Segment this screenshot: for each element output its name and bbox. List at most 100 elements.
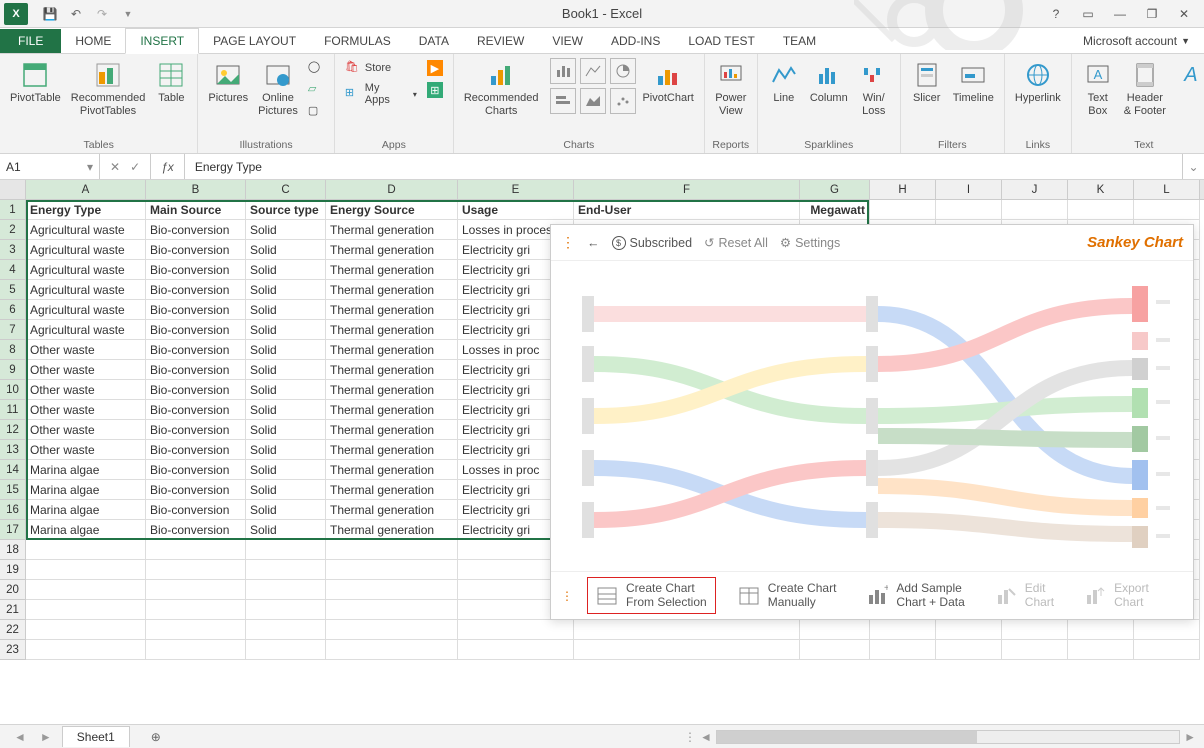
cell[interactable] (246, 540, 326, 560)
cell[interactable] (246, 640, 326, 660)
symbols-button[interactable]: A (1172, 58, 1204, 94)
cell[interactable]: Bio-conversion (146, 380, 246, 400)
cell[interactable] (246, 600, 326, 620)
cell[interactable] (1068, 640, 1134, 660)
cell[interactable]: Marina algae (26, 460, 146, 480)
cell[interactable]: Agricultural waste (26, 240, 146, 260)
cell[interactable]: Energy Type (26, 200, 146, 220)
cell[interactable]: Thermal generation (326, 300, 458, 320)
cell[interactable]: Solid (246, 340, 326, 360)
select-all-corner[interactable] (0, 180, 26, 199)
formula-input[interactable]: Energy Type (185, 154, 1182, 179)
sheet-nav-next-icon[interactable]: ► (36, 730, 56, 744)
chart-scatter-button[interactable] (610, 88, 636, 114)
restore-icon[interactable]: ❐ (1140, 4, 1164, 24)
chart-area-button[interactable] (580, 88, 606, 114)
cell[interactable] (458, 620, 574, 640)
cell[interactable] (326, 580, 458, 600)
tab-team[interactable]: TEAM (769, 29, 830, 53)
app-bing-button[interactable]: ▶ (423, 58, 447, 78)
chart-pie-button[interactable] (610, 58, 636, 84)
new-sheet-button[interactable]: ⊕ (146, 727, 166, 747)
cell[interactable] (146, 640, 246, 660)
cell[interactable]: Solid (246, 320, 326, 340)
cell[interactable]: Solid (246, 280, 326, 300)
row-header[interactable]: 14 (0, 460, 26, 480)
spreadsheet-grid[interactable]: A B C D E F G H I J K L 1Energy TypeMain… (0, 180, 1204, 724)
cell[interactable]: Other waste (26, 400, 146, 420)
tab-home[interactable]: HOME (61, 29, 125, 53)
row-header[interactable]: 16 (0, 500, 26, 520)
cell[interactable] (574, 640, 800, 660)
cell[interactable] (936, 620, 1002, 640)
pictures-button[interactable]: Pictures (204, 58, 252, 107)
tab-file[interactable]: FILE (0, 29, 61, 53)
create-manually-button[interactable]: Create ChartManually (730, 578, 845, 612)
edit-chart-button[interactable]: EditChart (987, 578, 1062, 612)
cell[interactable] (326, 620, 458, 640)
row-header[interactable]: 1 (0, 200, 26, 220)
tab-load-test[interactable]: LOAD TEST (674, 29, 768, 53)
cell[interactable] (326, 600, 458, 620)
ribbon-options-icon[interactable]: ▭ (1076, 4, 1100, 24)
cell[interactable]: Bio-conversion (146, 440, 246, 460)
cell[interactable]: End-User (574, 200, 800, 220)
cell[interactable] (1002, 200, 1068, 220)
hyperlink-button[interactable]: Hyperlink (1011, 58, 1065, 107)
cell[interactable] (146, 620, 246, 640)
cell[interactable]: Thermal generation (326, 240, 458, 260)
cell[interactable]: Thermal generation (326, 260, 458, 280)
scroll-right-icon[interactable]: ► (1184, 730, 1196, 744)
cell[interactable] (936, 200, 1002, 220)
row-header[interactable]: 3 (0, 240, 26, 260)
cell[interactable]: Solid (246, 260, 326, 280)
online-pictures-button[interactable]: Online Pictures (254, 58, 302, 119)
row-header[interactable]: 5 (0, 280, 26, 300)
cell[interactable]: Solid (246, 480, 326, 500)
col-header[interactable]: B (146, 180, 246, 199)
row-header[interactable]: 23 (0, 640, 26, 660)
row-header[interactable]: 10 (0, 380, 26, 400)
row-header[interactable]: 6 (0, 300, 26, 320)
cell[interactable]: Thermal generation (326, 220, 458, 240)
cell[interactable]: Solid (246, 460, 326, 480)
cell[interactable]: Bio-conversion (146, 260, 246, 280)
my-apps-button[interactable]: ⊞My Apps▾ (341, 80, 421, 108)
cell[interactable]: Thermal generation (326, 520, 458, 540)
cell[interactable] (326, 560, 458, 580)
cell[interactable]: Solid (246, 520, 326, 540)
sparkline-line-button[interactable]: Line (764, 58, 804, 107)
cell[interactable]: Source type (246, 200, 326, 220)
minimize-icon[interactable]: — (1108, 4, 1132, 24)
col-header[interactable]: I (936, 180, 1002, 199)
row-header[interactable]: 21 (0, 600, 26, 620)
cell[interactable]: Bio-conversion (146, 480, 246, 500)
col-header[interactable]: F (574, 180, 800, 199)
account-menu[interactable]: Microsoft account▼ (1069, 29, 1204, 53)
cell[interactable] (870, 640, 936, 660)
tab-page-layout[interactable]: PAGE LAYOUT (199, 29, 310, 53)
row-header[interactable]: 18 (0, 540, 26, 560)
col-header[interactable]: H (870, 180, 936, 199)
pivottable-button[interactable]: PivotTable (6, 58, 65, 107)
cell[interactable]: Thermal generation (326, 500, 458, 520)
cell[interactable]: Solid (246, 440, 326, 460)
cell[interactable]: Bio-conversion (146, 240, 246, 260)
sparkline-column-button[interactable]: Column (806, 58, 852, 107)
cell[interactable]: Solid (246, 300, 326, 320)
cell[interactable]: Solid (246, 220, 326, 240)
cell[interactable]: Bio-conversion (146, 420, 246, 440)
cell[interactable]: Other waste (26, 440, 146, 460)
cell[interactable] (800, 640, 870, 660)
header-footer-button[interactable]: Header & Footer (1120, 58, 1170, 119)
cell[interactable]: Bio-conversion (146, 360, 246, 380)
cell[interactable] (26, 580, 146, 600)
row-header[interactable]: 13 (0, 440, 26, 460)
name-box[interactable]: A1▾ (0, 154, 100, 179)
text-box-button[interactable]: AText Box (1078, 58, 1118, 119)
chart-column-button[interactable] (550, 58, 576, 84)
cell[interactable]: Bio-conversion (146, 280, 246, 300)
cell[interactable] (936, 640, 1002, 660)
cell[interactable]: Bio-conversion (146, 340, 246, 360)
row-header[interactable]: 22 (0, 620, 26, 640)
